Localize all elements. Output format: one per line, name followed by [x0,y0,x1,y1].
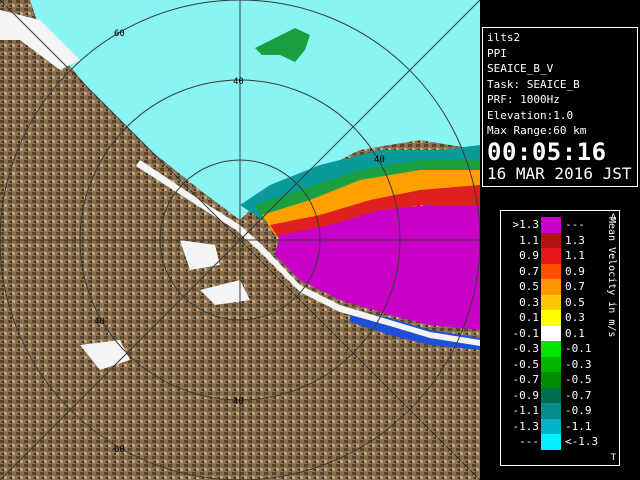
legend-lower-bound: 0.5 [519,280,539,293]
scan-time: 00:05:16 [487,137,607,166]
legend-title: Mean Velocity in m/s [606,217,617,338]
scan-date: 16 MAR 2016 JST [487,163,632,183]
legend-row: 0.1 0.3 [501,310,601,326]
legend-upper-bound: <-1.3 [565,435,599,448]
legend-bottom-mark: T [610,453,616,463]
legend-color-swatch [541,387,561,403]
legend-color-swatch [541,232,561,248]
legend-lower-bound: 0.9 [519,249,539,262]
legend-color-swatch [541,418,561,434]
legend-row: 1.1 1.3 [501,232,601,248]
legend-upper-bound: -0.9 [565,404,592,417]
legend-lower-bound: 0.7 [519,264,539,278]
legend-color-swatch [541,325,561,341]
legend-color-swatch [541,248,561,264]
legend-lower-bound: -0.9 [512,388,540,402]
legend-color-swatch [541,294,561,310]
legend-top-mark: A [610,213,616,223]
site-name: ilts2 [487,31,521,44]
radar-ppi-map: 60 40 40 40 40 60 [0,0,480,480]
radar-info-panel: ilts2 PPI SEAICE_B_V Task: SEAICE_B PRF:… [482,27,638,187]
max-range-value: Max Range:60 km [487,124,587,137]
legend-lower-bound: --- [519,435,539,448]
product-name: SEAICE_B_V [487,62,554,75]
legend-row: 0.3 0.5 [501,294,601,310]
legend-lower-bound: >1.3 [512,218,540,231]
ring-label: 60 [114,29,125,39]
legend-lower-bound: -1.3 [512,419,540,433]
legend-lower-bound: -0.1 [512,326,540,340]
legend-row: -0.1 0.1 [501,325,601,341]
legend-row: -1.1 -0.9 [501,403,601,419]
legend-lower-bound: 0.1 [519,311,539,324]
ring-label: 60 [114,445,125,455]
legend-color-swatch [541,310,561,326]
legend-upper-bound: -0.7 [565,388,592,402]
legend-color-swatch [541,341,561,357]
legend-upper-bound: 0.1 [565,326,585,340]
legend-upper-bound: 0.3 [565,311,585,324]
legend-lower-bound: -0.3 [512,342,540,355]
legend-upper-bound: 0.5 [565,295,585,309]
legend-color-swatch [541,372,561,388]
scan-mode: PPI [487,46,507,60]
legend-row: 0.9 1.1 [501,248,601,264]
legend-lower-bound: 1.1 [519,233,539,247]
legend-color-swatch [541,356,561,372]
ring-label: 40 [94,317,105,327]
legend-color-swatch [541,217,561,233]
legend-row: -0.5 -0.3 [501,356,601,372]
legend-row: 0.7 0.9 [501,263,601,279]
legend-row: -0.9 -0.7 [501,387,601,403]
legend-upper-bound: -0.3 [565,357,592,371]
legend-lower-bound: -0.7 [512,373,540,386]
legend-upper-bound: 1.3 [565,233,585,247]
legend-row: 0.5 0.7 [501,279,601,295]
legend-upper-bound: 0.9 [565,264,585,278]
legend-color-swatch [541,279,561,295]
velocity-legend: >1.3 --- 1.1 1.3 0.9 1.1 0.7 0.9 0.5 0.7 0.3 0.5 0.1… [500,210,620,466]
legend-lower-bound: -0.5 [512,357,540,371]
legend-color-swatch [541,263,561,279]
legend-row: >1.3 --- [501,217,601,233]
legend-upper-bound: 0.7 [565,280,585,293]
legend-lower-bound: -1.1 [512,404,540,417]
task-name: Task: SEAICE_B [487,77,580,91]
legend-color-swatch [541,403,561,419]
legend-color-swatch [541,434,561,450]
prf-value: PRF: 1000Hz [487,93,560,106]
legend-lower-bound: 0.3 [519,295,539,309]
legend-upper-bound: -0.5 [565,373,592,386]
ring-label: 40 [374,155,385,165]
legend-row: -0.3 -0.1 [501,341,601,357]
ring-label: 40 [233,77,244,87]
ring-label: 40 [233,397,244,407]
legend-row: --- <-1.3 [501,434,601,450]
legend-row: -0.7 -0.5 [501,372,601,388]
legend-upper-bound: -1.1 [565,419,592,433]
legend-upper-bound: -0.1 [565,342,592,355]
legend-upper-bound: --- [565,218,585,231]
legend-upper-bound: 1.1 [565,249,585,262]
elevation-value: Elevation:1.0 [487,108,574,122]
legend-row: -1.3 -1.1 [501,418,601,434]
